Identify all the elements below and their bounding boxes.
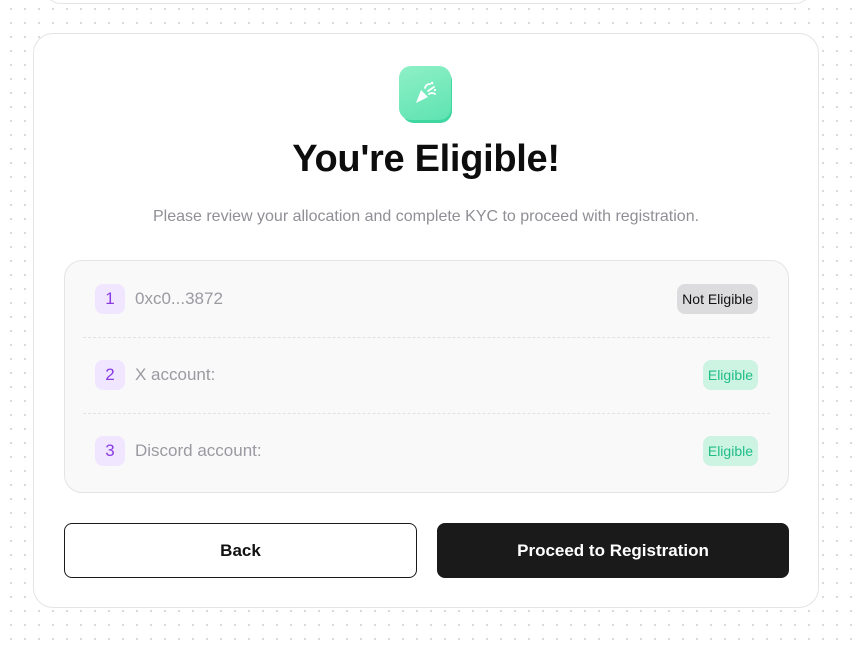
page-title: You're Eligible! xyxy=(292,138,560,180)
previous-card-edge xyxy=(44,0,812,4)
status-badge: Eligible xyxy=(702,360,758,390)
back-button[interactable]: Back xyxy=(64,523,417,578)
party-popper-badge xyxy=(399,66,453,124)
x-account-label: X account: xyxy=(135,365,216,384)
status-badge: Eligible xyxy=(702,436,758,466)
discord-account-label: Discord account: xyxy=(135,441,262,460)
list-item-wallet: 1 0xc0...3872 Not Eligible xyxy=(83,261,770,338)
party-popper-icon xyxy=(399,66,451,120)
list-item-discord-account: 3 Discord account: Eligible xyxy=(83,413,770,489)
list-item-x-account: 2 X account: Eligible xyxy=(83,337,770,414)
step-number: 1 xyxy=(95,284,125,314)
eligibility-card: You're Eligible! Please review your allo… xyxy=(33,33,819,608)
step-number: 2 xyxy=(95,360,125,390)
page-subtitle: Please review your allocation and comple… xyxy=(152,208,700,225)
proceed-to-registration-button[interactable]: Proceed to Registration xyxy=(437,523,789,578)
status-badge: Not Eligible xyxy=(677,284,758,314)
step-number: 3 xyxy=(95,436,125,466)
wallet-address-label: 0xc0...3872 xyxy=(135,289,223,308)
eligibility-list: 1 0xc0...3872 Not Eligible 2 X account: … xyxy=(64,260,789,493)
